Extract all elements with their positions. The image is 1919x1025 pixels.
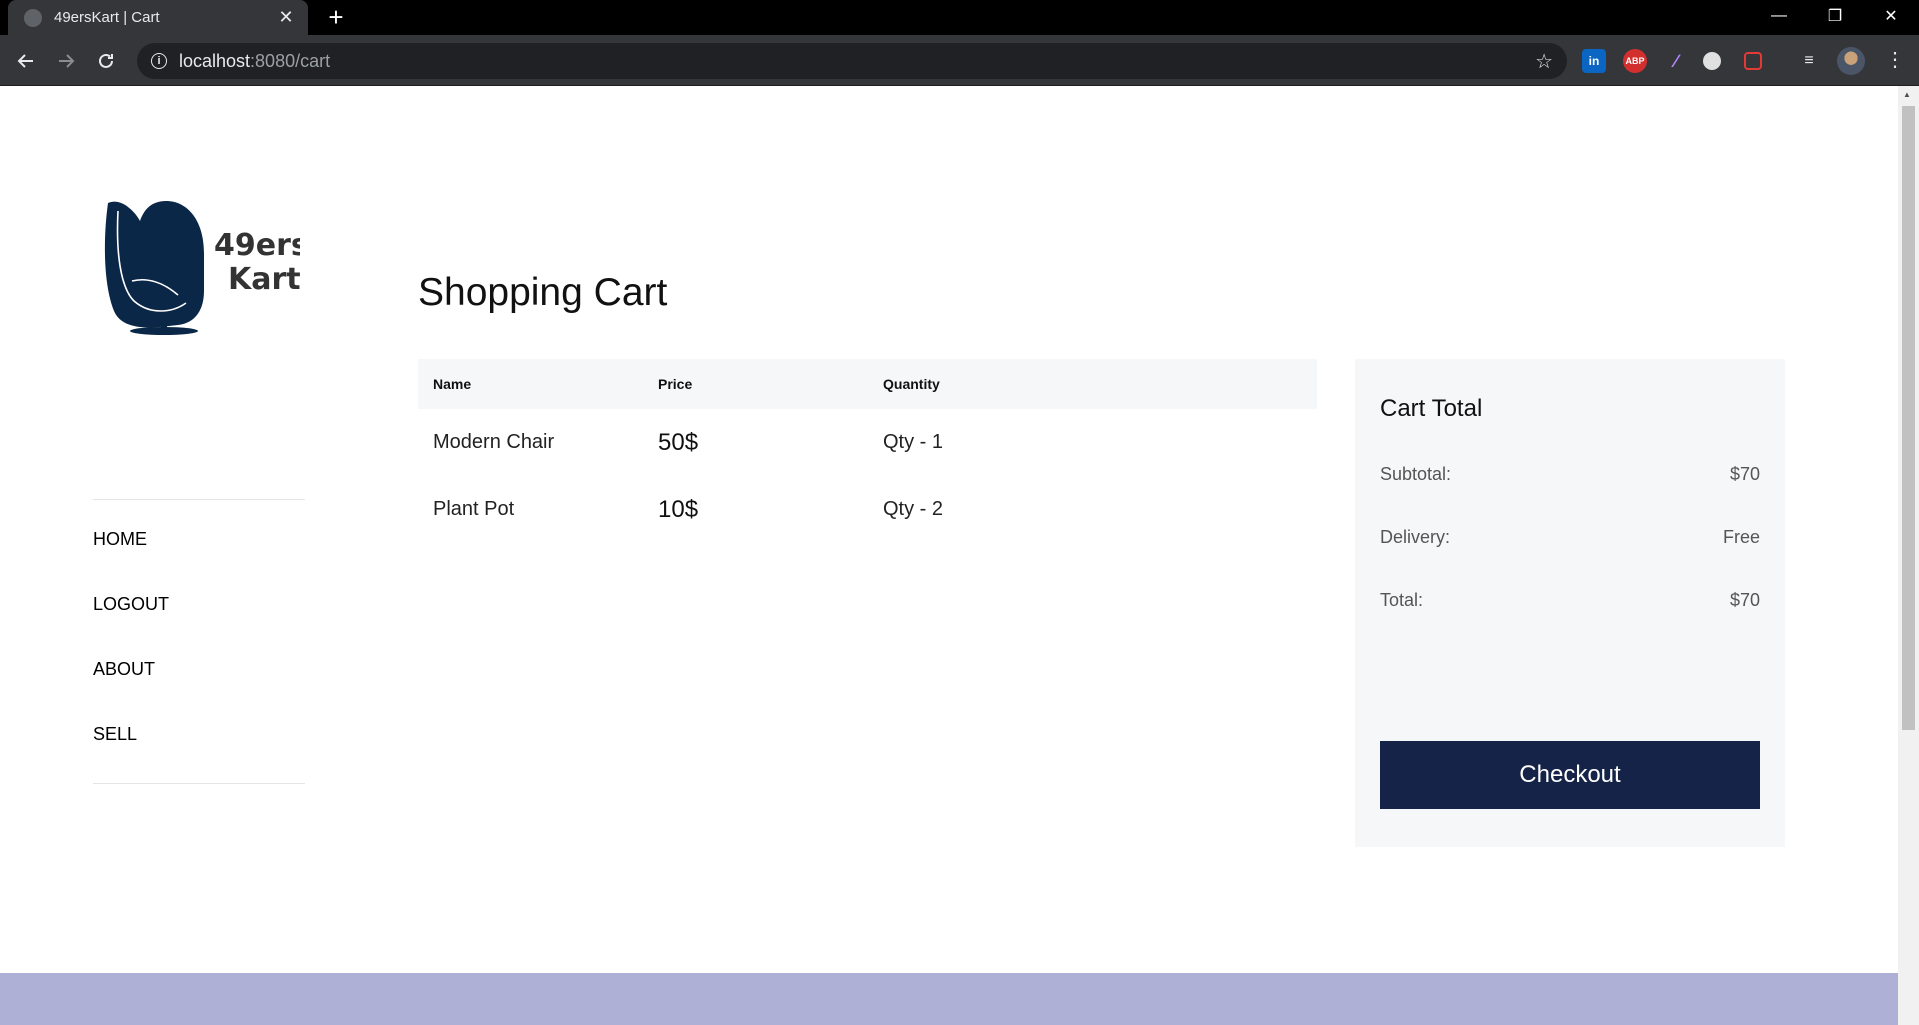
checkout-button[interactable]: Checkout — [1380, 741, 1760, 809]
subtotal-label: Subtotal: — [1380, 464, 1452, 484]
close-tab-icon[interactable]: ✕ — [276, 7, 296, 28]
minimize-button[interactable]: — — [1751, 0, 1807, 32]
browser-toolbar: i localhost:8080/cart ☆ in ABP ∕ ≡ ⋮ — [0, 35, 1919, 86]
record-extension-icon[interactable] — [1744, 52, 1762, 70]
adblock-extension-icon[interactable]: ABP — [1623, 49, 1647, 73]
window-controls: — ❐ ✕ — [1751, 0, 1919, 35]
logo-text-line2: Kart — [228, 262, 300, 297]
globe-icon — [24, 8, 42, 27]
total-label: Total: — [1380, 590, 1424, 610]
reload-icon[interactable] — [90, 45, 122, 77]
info-icon[interactable]: i — [151, 53, 167, 69]
total-value: $70 — [1729, 590, 1760, 610]
subtotal-line: Subtotal: $70 — [1380, 463, 1760, 486]
sidebar-nav: HOME LOGOUT ABOUT SELL — [93, 499, 305, 784]
header-quantity: Quantity — [883, 376, 940, 392]
bookmark-star-icon[interactable]: ☆ — [1535, 49, 1553, 74]
nav-sell[interactable]: SELL — [93, 723, 305, 745]
header-name: Name — [433, 376, 472, 392]
delivery-line: Delivery: Free — [1380, 526, 1760, 549]
profile-avatar[interactable] — [1837, 47, 1865, 75]
feather-extension-icon[interactable]: ∕ — [1664, 49, 1688, 73]
address-bar[interactable]: i localhost:8080/cart ☆ — [137, 43, 1567, 79]
nav-about[interactable]: ABOUT — [93, 658, 305, 680]
logo-text-line1: 49ers — [214, 228, 300, 263]
forward-arrow-icon[interactable] — [50, 45, 82, 77]
scroll-thumb[interactable] — [1902, 106, 1915, 730]
back-arrow-icon[interactable] — [10, 45, 42, 77]
url-host: localhost — [179, 50, 251, 71]
page-scrollbar[interactable]: ▲ — [1898, 86, 1919, 1025]
nav-logout[interactable]: LOGOUT — [93, 593, 305, 615]
media-control-icon[interactable]: ≡ — [1797, 49, 1821, 73]
item-quantity: Qty - 1 — [883, 431, 944, 453]
item-quantity: Qty - 2 — [883, 498, 944, 520]
table-header: Name Price Quantity — [418, 359, 1317, 409]
browser-tab[interactable]: 49ersKart | Cart ✕ — [8, 0, 308, 35]
brand-logo[interactable]: 49ers Kart — [100, 191, 300, 341]
new-tab-button[interactable]: + — [322, 3, 350, 31]
more-menu-icon[interactable]: ⋮ — [1885, 47, 1905, 72]
cart-total-panel: Cart Total Subtotal: $70 Delivery: Free … — [1355, 359, 1785, 847]
delivery-label: Delivery: — [1380, 527, 1451, 547]
item-price: 50$ — [658, 428, 699, 456]
close-window-button[interactable]: ✕ — [1863, 0, 1919, 32]
url-path: :8080/cart — [250, 50, 331, 71]
total-line: Total: $70 — [1380, 589, 1760, 612]
header-price: Price — [658, 376, 693, 392]
cart-total-title: Cart Total — [1380, 395, 1483, 422]
tab-title: 49ersKart | Cart — [54, 9, 160, 26]
item-name: Modern Chair — [433, 431, 555, 453]
subtotal-value: $70 — [1729, 464, 1760, 484]
footer — [0, 973, 1898, 1025]
page-title: Shopping Cart — [418, 271, 668, 314]
nav-home[interactable]: HOME — [93, 528, 305, 550]
scroll-up-icon[interactable]: ▲ — [1903, 90, 1911, 99]
table-row: Modern Chair 50$ Qty - 1 — [418, 409, 1317, 476]
item-price: 10$ — [658, 495, 699, 523]
item-name: Plant Pot — [433, 498, 515, 520]
page: 49ers Kart HOME LOGOUT ABOUT SELL Shoppi… — [0, 86, 1898, 1025]
cart-table: Name Price Quantity Modern Chair 50$ Qty… — [418, 359, 1317, 543]
delivery-value: Free — [1722, 527, 1760, 547]
linkedin-extension-icon[interactable]: in — [1582, 49, 1606, 73]
table-row: Plant Pot 10$ Qty - 2 — [418, 476, 1317, 543]
browser-tab-bar: 49ersKart | Cart ✕ + — ❐ ✕ — [0, 0, 1919, 35]
restore-button[interactable]: ❐ — [1807, 0, 1863, 32]
circle-extension-icon[interactable] — [1703, 52, 1721, 70]
